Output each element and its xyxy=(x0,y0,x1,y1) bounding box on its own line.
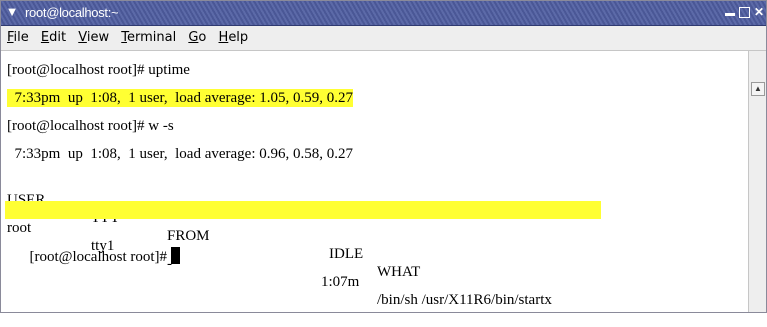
uptime-output-highlighted: 7:33pm up 1:08, 1 user, load average: 1.… xyxy=(7,89,354,107)
text-cursor xyxy=(171,247,181,264)
minimize-icon xyxy=(725,13,735,16)
scroll-up-arrow-icon[interactable]: ▲ xyxy=(751,82,765,96)
row-idle: 1:07m xyxy=(321,274,360,290)
window-title: root@localhost:~ xyxy=(25,5,119,20)
menu-terminal[interactable]: Terminal xyxy=(121,26,176,50)
terminal-line: [root@localhost root]# uptime xyxy=(7,62,190,78)
table-header-row: USER TTY FROM IDLE WHAT xyxy=(7,173,607,280)
row-what: /bin/sh /usr/X11R6/bin/startx xyxy=(377,292,552,308)
terminal-window: ▼ root@localhost:~ ✕ File Edit View Term… xyxy=(0,0,767,313)
maximize-button[interactable] xyxy=(739,7,750,18)
terminal-line: [root@localhost root]# w -s xyxy=(7,118,174,134)
title-bar[interactable]: ▼ root@localhost:~ ✕ xyxy=(1,1,766,26)
menu-file[interactable]: File xyxy=(7,26,29,50)
minimize-button[interactable] xyxy=(724,6,736,18)
menu-view[interactable]: View xyxy=(78,26,109,50)
window-menu-icon[interactable]: ▼ xyxy=(5,4,19,20)
header-idle: IDLE xyxy=(329,246,364,262)
header-what: WHAT xyxy=(377,264,421,280)
shell-prompt: [root@localhost root]# xyxy=(29,249,168,265)
menu-bar: File Edit View Terminal Go Help xyxy=(1,26,766,51)
table-row-highlighted: root tty1 - 1:07m /bin/sh /usr/X11R6/bin… xyxy=(5,201,601,308)
close-button[interactable]: ✕ xyxy=(753,6,765,18)
menu-go[interactable]: Go xyxy=(188,26,206,50)
menu-help[interactable]: Help xyxy=(219,26,249,50)
menu-edit[interactable]: Edit xyxy=(41,26,66,50)
prompt-line[interactable]: [root@localhost root]# xyxy=(7,229,181,265)
vertical-scrollbar[interactable]: ▲ xyxy=(748,51,766,312)
terminal-output[interactable]: [root@localhost root]# uptime 7:33pm up … xyxy=(1,51,748,312)
w-output-summary: 7:33pm up 1:08, 1 user, load average: 0.… xyxy=(7,146,354,162)
